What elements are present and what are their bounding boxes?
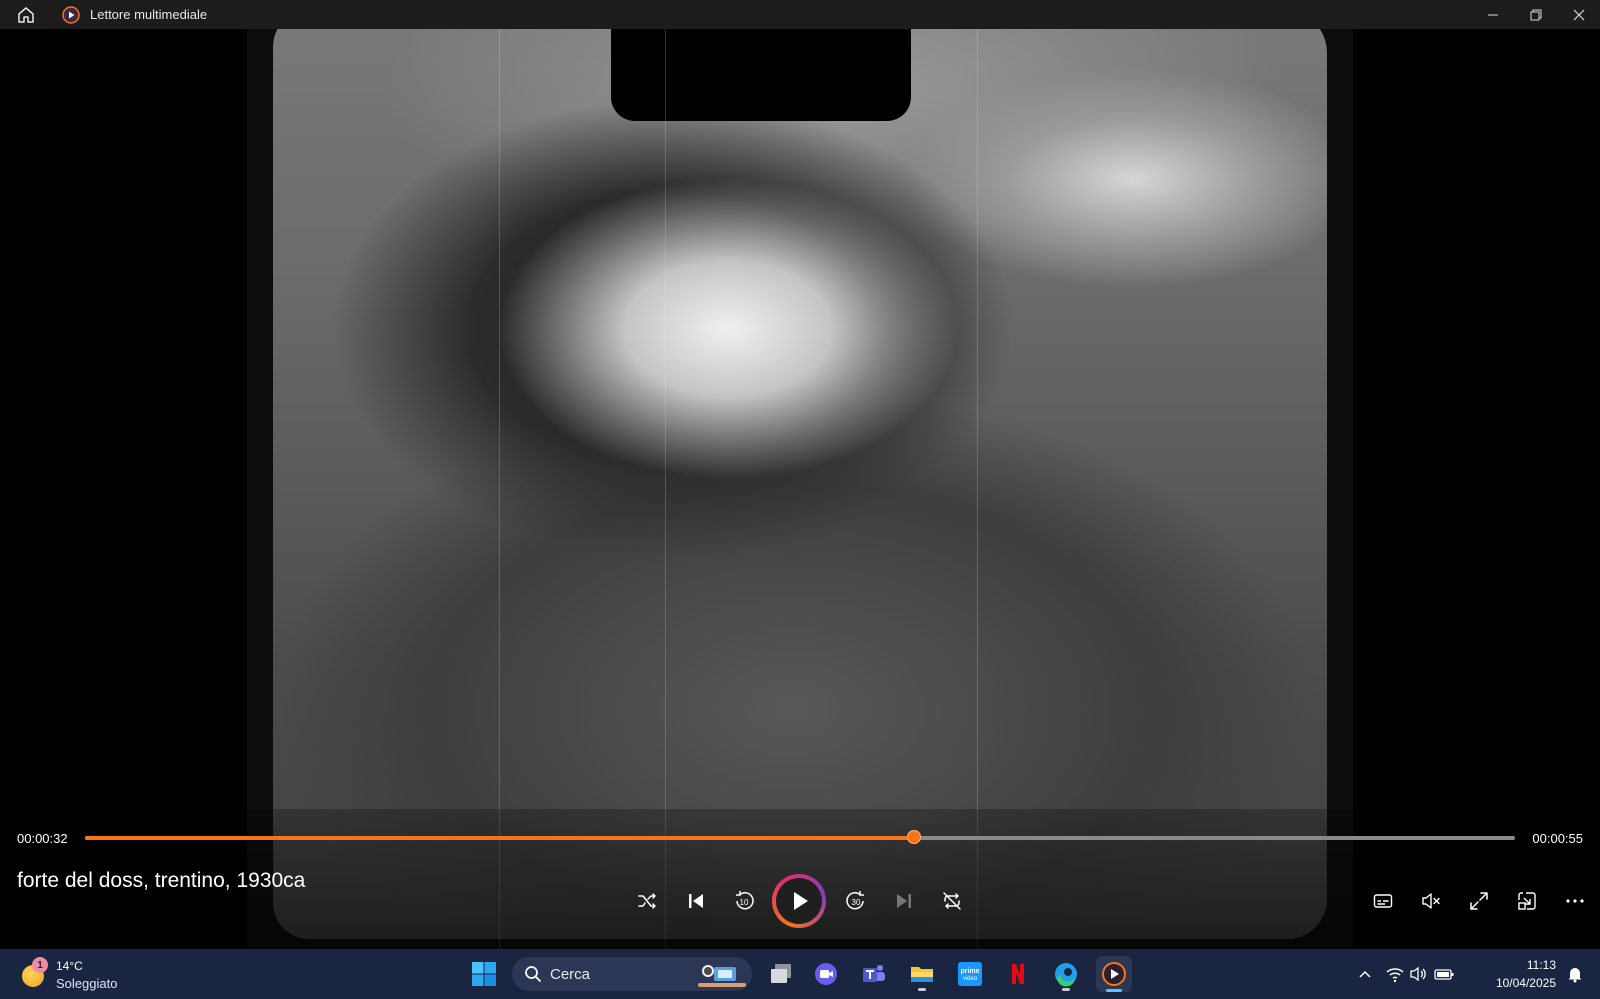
forward-30-button[interactable]: 30 [836, 881, 876, 921]
minimize-icon [1487, 14, 1498, 15]
more-icon [1566, 899, 1584, 903]
title-bar: Lettore multimediale [0, 0, 1600, 29]
teams-button[interactable] [856, 956, 892, 992]
play-button[interactable] [772, 874, 826, 928]
tray-overflow-button[interactable] [1354, 956, 1376, 992]
repeat-off-icon [943, 892, 961, 910]
netflix-button[interactable] [1000, 956, 1036, 992]
quick-settings-button[interactable] [1384, 956, 1456, 992]
active-indicator [1106, 989, 1122, 992]
subtitles-icon [1373, 894, 1393, 908]
wifi-icon [1386, 968, 1404, 983]
home-button[interactable] [0, 0, 52, 29]
svg-text:prime: prime [960, 968, 979, 975]
notification-badge: 1 [32, 957, 48, 973]
running-indicator [1062, 988, 1070, 991]
media-player-icon [1102, 962, 1126, 986]
miniplayer-button[interactable] [1507, 881, 1547, 921]
close-button[interactable] [1557, 0, 1600, 29]
shuffle-button[interactable] [627, 881, 667, 921]
previous-button[interactable] [676, 881, 716, 921]
weather-widget[interactable]: 1 14°C Soleggiato [20, 957, 160, 993]
volume-button[interactable] [1411, 881, 1451, 921]
clipchamp-icon [815, 963, 837, 985]
system-clock[interactable]: 11:13 10/04/2025 [1496, 956, 1556, 992]
miniplayer-icon [1518, 892, 1536, 910]
svg-text:video: video [963, 976, 978, 982]
repeat-button[interactable] [932, 881, 972, 921]
netflix-icon [1012, 964, 1024, 984]
file-explorer-icon [911, 967, 933, 982]
media-player-taskbar-button[interactable] [1096, 956, 1132, 992]
restore-icon [1530, 9, 1541, 20]
play-button-inner [776, 878, 822, 924]
bell-icon [1568, 968, 1582, 983]
total-time: 00:00:55 [1532, 831, 1583, 846]
notifications-button[interactable] [1560, 956, 1590, 992]
film-frame-notch [611, 29, 911, 121]
prime-video-icon: prime video [958, 962, 982, 986]
task-view-icon [771, 964, 791, 983]
svg-text:30: 30 [852, 898, 861, 907]
rewind-10-icon: 10 [736, 891, 754, 910]
media-player-icon [62, 5, 80, 24]
next-button[interactable] [884, 881, 924, 921]
clock-date: 10/04/2025 [1495, 976, 1556, 990]
windows-start-icon [472, 962, 496, 986]
battery-icon [1434, 969, 1454, 980]
weather-temperature: 14°C [56, 959, 83, 973]
edge-icon [1055, 963, 1077, 987]
clipchamp-button[interactable] [808, 956, 844, 992]
seek-bar[interactable] [85, 830, 1515, 844]
seek-progress [85, 836, 915, 840]
chevron-up-icon [1359, 970, 1371, 978]
close-icon [1573, 9, 1584, 20]
more-options-button[interactable] [1555, 881, 1595, 921]
media-title: forte del doss, trentino, 1930ca [17, 869, 306, 892]
home-icon [18, 6, 34, 23]
edge-button[interactable] [1048, 956, 1084, 992]
next-icon [897, 894, 911, 908]
play-icon [794, 892, 808, 910]
search-placeholder: Cerca [550, 965, 591, 983]
task-view-button[interactable] [763, 956, 799, 992]
speaker-icon [1410, 966, 1426, 982]
video-still [273, 29, 1327, 939]
running-indicator [918, 988, 926, 991]
mute-icon [1422, 893, 1440, 909]
seek-thumb[interactable] [907, 830, 922, 844]
start-button[interactable] [466, 956, 502, 992]
fullscreen-icon [1470, 892, 1488, 910]
window-controls [1471, 0, 1600, 29]
weather-description: Soleggiato [56, 976, 118, 991]
teams-icon [863, 965, 885, 982]
shuffle-icon [638, 893, 656, 909]
search-highlight-icon [698, 965, 746, 987]
forward-30-icon: 30 [846, 891, 864, 910]
subtitles-button[interactable] [1363, 881, 1403, 921]
minimize-button[interactable] [1471, 0, 1514, 29]
file-explorer-button[interactable] [904, 956, 940, 992]
fullscreen-button[interactable] [1459, 881, 1499, 921]
prime-video-button[interactable]: prime video [952, 956, 988, 992]
previous-icon [689, 894, 703, 908]
rewind-10-button[interactable]: 10 [724, 881, 764, 921]
taskbar: 1 14°C Soleggiato Cerca prime video 11:1… [0, 949, 1600, 999]
current-time: 00:00:32 [17, 831, 68, 846]
restore-button[interactable] [1514, 0, 1557, 29]
svg-text:10: 10 [740, 898, 749, 907]
window-title: Lettore multimediale [90, 7, 208, 22]
taskbar-search[interactable]: Cerca [512, 957, 752, 991]
clock-time: 11:13 [1526, 958, 1556, 972]
player-controls: 00:00:32 00:00:55 forte del doss, trenti… [0, 809, 1600, 949]
search-icon [525, 966, 541, 982]
